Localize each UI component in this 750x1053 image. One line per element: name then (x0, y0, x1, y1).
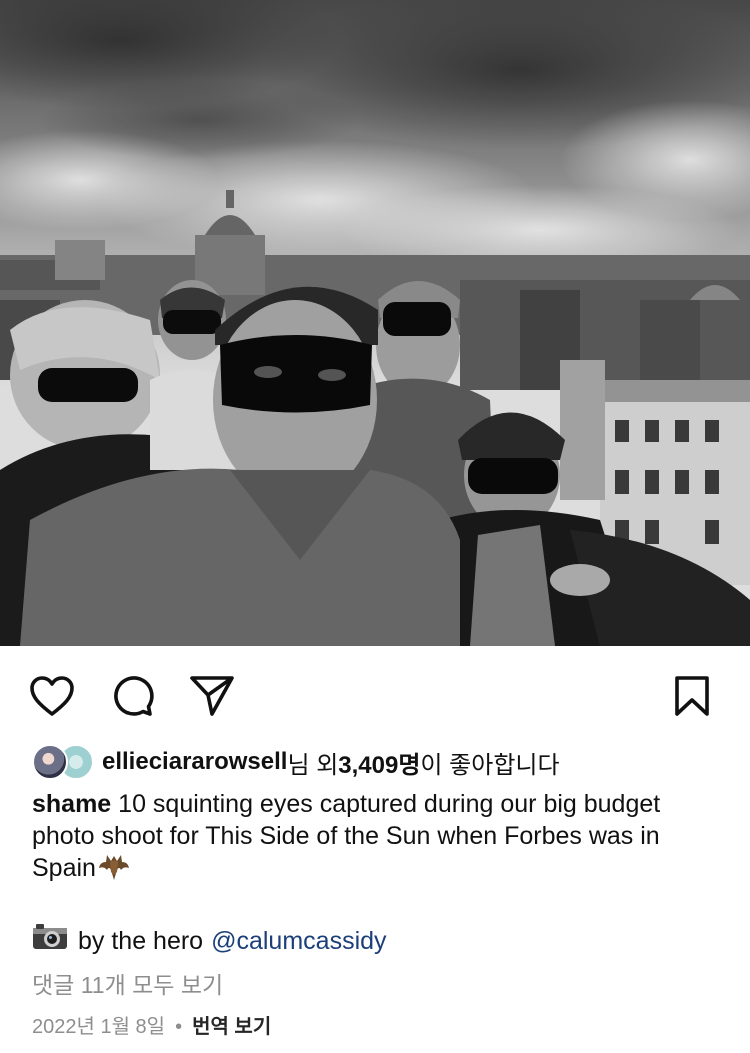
caption-author[interactable]: shame (32, 790, 111, 818)
post-meta: 2022년 1월 8일 • 번역 보기 (32, 1012, 271, 1042)
share-button[interactable] (188, 672, 236, 720)
camera-icon (32, 922, 68, 959)
credit-text: by the hero (78, 926, 204, 955)
post-date: 2022년 1월 8일 (32, 1016, 166, 1038)
meta-separator: • (175, 1016, 183, 1038)
likes-summary[interactable]: ellieciararowsell 님 외 3,409명 이 좋아합니다 (32, 742, 560, 782)
credit-mention-link[interactable]: @calumcassidy (211, 924, 386, 958)
bat-emoji-icon (98, 852, 130, 890)
post-caption: shame 10 squinting eyes captured during … (32, 788, 722, 890)
post-photo[interactable] (0, 0, 750, 646)
translate-button[interactable]: 번역 보기 (192, 1012, 271, 1042)
photo-credit: by the hero @calumcassidy (32, 922, 387, 959)
likes-suffix-text: 이 좋아합니다 (420, 751, 560, 779)
bookmark-icon (675, 676, 709, 716)
comment-icon (114, 676, 154, 716)
save-button[interactable] (668, 672, 716, 720)
like-button[interactable] (28, 672, 76, 720)
likes-count[interactable]: 3,409명 (338, 745, 420, 780)
liker-username[interactable]: ellieciararowsell (102, 748, 287, 776)
view-all-comments-link[interactable]: 댓글 11개 모두 보기 (32, 968, 223, 1002)
heart-icon (30, 676, 74, 716)
comment-button[interactable] (108, 672, 156, 720)
avatar (32, 744, 68, 780)
post-photo-image (0, 0, 750, 646)
likes-middle-text: 님 외 (287, 751, 339, 779)
liker-avatars[interactable] (32, 744, 96, 780)
post-action-bar (0, 664, 750, 726)
paper-plane-icon (190, 676, 234, 716)
